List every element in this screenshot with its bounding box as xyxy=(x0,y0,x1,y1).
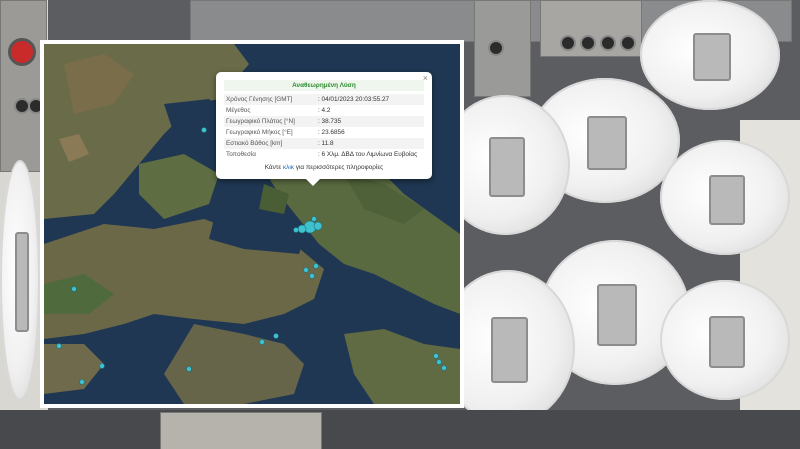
close-icon[interactable]: × xyxy=(423,73,428,83)
marker[interactable] xyxy=(293,227,299,233)
row-value: : 23.6856 xyxy=(318,128,345,136)
marker[interactable] xyxy=(436,359,442,365)
earthquake-details-table: Χρόνος Γένησης [GMT] : 04/01/2023 20:03:… xyxy=(224,94,424,160)
row-label: Εστιακό Βάθος [km] xyxy=(224,138,316,149)
marker[interactable] xyxy=(273,333,279,339)
row-label: Χρόνος Γένησης [GMT] xyxy=(224,94,316,105)
marker[interactable] xyxy=(313,263,319,269)
marker[interactable] xyxy=(303,267,309,273)
marker[interactable] xyxy=(313,221,323,231)
table-row: Γεωγραφικό Πλάτος [°N] : 38.735 xyxy=(224,116,424,127)
row-value: : 04/01/2023 20:03:55.27 xyxy=(316,94,424,105)
marker[interactable] xyxy=(441,365,447,371)
popup-footer: Κάντε κλικ για περισσότερες πληροφορίες xyxy=(224,164,424,171)
marker[interactable] xyxy=(201,127,207,133)
earthquake-map[interactable]: × Αναθεωρημένη Λύση Χρόνος Γένησης [GMT]… xyxy=(44,44,460,404)
row-value: : 38.735 xyxy=(316,116,424,127)
marker[interactable] xyxy=(186,366,192,372)
marker[interactable] xyxy=(433,353,439,359)
marker[interactable] xyxy=(311,216,317,222)
table-row: Μέγεθος : 4.2 xyxy=(224,105,424,116)
marker[interactable] xyxy=(99,363,105,369)
table-row: Γεωγραφικό Μήκος [°E] : 23.6856 xyxy=(224,127,424,138)
earthquake-info-popup: × Αναθεωρημένη Λύση Χρόνος Γένησης [GMT]… xyxy=(216,72,432,186)
table-row: Εστιακό Βάθος [km] : 11.8 xyxy=(224,138,424,149)
seismic-map-frame: × Αναθεωρημένη Λύση Χρόνος Γένησης [GMT]… xyxy=(40,40,464,408)
row-label: Γεωγραφικό Μήκος [°E] xyxy=(226,128,293,136)
row-label: Τοποθεσία xyxy=(226,150,256,158)
footer-text-pre: Κάντε xyxy=(264,164,283,171)
table-row: Τοποθεσία : 6 Χλμ. ΔΒΔ του Λιμνίωνα Ευβο… xyxy=(224,149,424,160)
marker[interactable] xyxy=(79,379,85,385)
row-value: : 6 Χλμ. ΔΒΔ του Λιμνίωνα Ευβοίας xyxy=(318,150,418,158)
marker[interactable] xyxy=(259,339,265,345)
more-info-link[interactable]: κλικ xyxy=(283,164,294,171)
row-value: : 4.2 xyxy=(318,106,331,114)
marker[interactable] xyxy=(56,343,62,349)
row-label: Γεωγραφικό Πλάτος [°N] xyxy=(224,116,316,127)
marker[interactable] xyxy=(71,286,77,292)
row-value: : 11.8 xyxy=(316,138,424,149)
popup-title: Αναθεωρημένη Λύση xyxy=(224,80,424,91)
footer-text-post: για περισσότερες πληροφορίες xyxy=(293,164,384,171)
marker[interactable] xyxy=(309,273,315,279)
table-row: Χρόνος Γένησης [GMT] : 04/01/2023 20:03:… xyxy=(224,94,424,105)
row-label: Μέγεθος xyxy=(226,106,251,114)
marker[interactable] xyxy=(297,224,307,234)
